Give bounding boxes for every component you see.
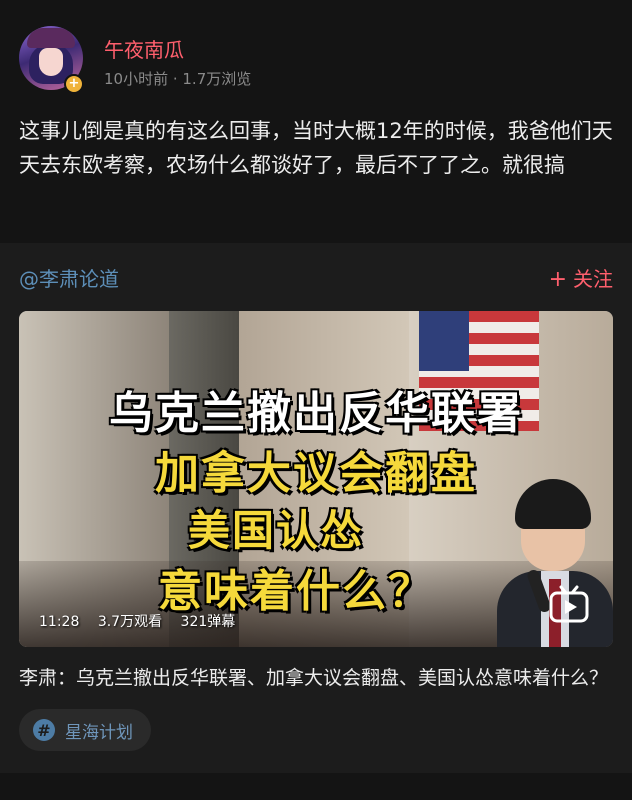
thumbnail-headline-4: 意味着什么？ [158, 566, 434, 617]
plus-icon: + [548, 267, 567, 292]
video-thumbnail[interactable]: 乌克兰撤出反华联署 加拿大议会翻盘 美国认怂 意味着什么？ 11:28 3.7万… [19, 311, 613, 647]
thumbnail-flag-union [419, 311, 469, 371]
hash-icon: # [33, 719, 55, 741]
video-title[interactable]: 李肃：乌克兰撤出反华联署、加拿大议会翻盘、美国认怂意味着什么？ [19, 663, 615, 690]
follow-button[interactable]: + 关注 [549, 263, 613, 292]
avatar-face [39, 48, 63, 76]
avatar-hat [27, 28, 75, 48]
thumbnail-headline-3: 美国认怂 [187, 506, 364, 555]
thumbnail-headline-1: 乌克兰撤出反华联署 [109, 388, 523, 439]
video-stats: 11:28 3.7万观看 321弹幕 [39, 611, 249, 631]
username[interactable]: 午夜南瓜 [104, 34, 184, 63]
follow-label: 关注 [573, 267, 613, 291]
post-meta: 10小时前 · 1.7万浏览 [104, 70, 252, 88]
thumbnail-headline-2: 加拿大议会翻盘 [155, 448, 477, 499]
video-duration: 11:28 [39, 614, 80, 630]
post-text: 这事儿倒是真的有这么回事，当时大概12年的时候，我爸他们天天去东欧考察，农场什么… [19, 119, 613, 177]
video-views: 3.7万观看 [97, 614, 163, 630]
topic-tag[interactable]: # 星海计划 [19, 709, 151, 751]
bottom-divider [0, 773, 632, 800]
shared-video-card[interactable]: @李肃论道 + 关注 乌克兰撤出反华联署 加拿大议会翻盘 美国认怂 意味着什么？ … [0, 243, 632, 773]
play-icon[interactable] [547, 585, 591, 629]
video-danmaku-count: 321弹幕 [180, 614, 236, 630]
source-account-link[interactable]: @李肃论道 [19, 263, 119, 292]
topic-tag-label: 星海计划 [65, 722, 133, 743]
vip-badge-icon: + [64, 74, 84, 94]
post: + 午夜南瓜 10小时前 · 1.7万浏览 这事儿倒是真的有这么回事，当时大概1… [0, 0, 632, 243]
